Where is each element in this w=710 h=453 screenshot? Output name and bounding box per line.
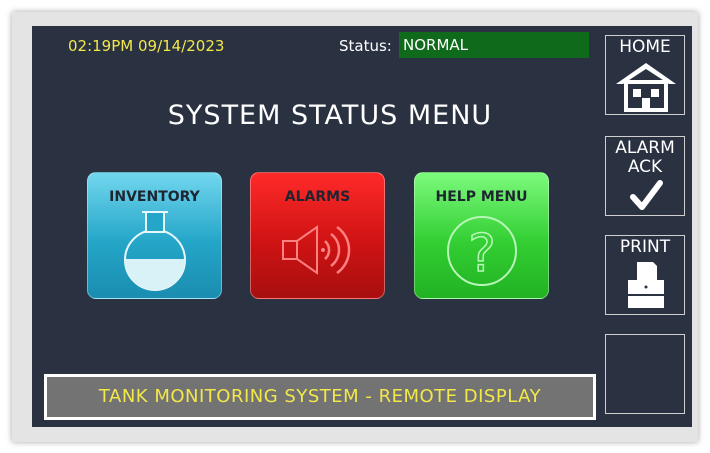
- home-label: HOME: [619, 37, 671, 57]
- datetime-readout: 02:19PM 09/14/2023: [68, 37, 225, 55]
- print-button[interactable]: PRINT: [605, 235, 685, 315]
- flask-icon: [124, 211, 186, 291]
- home-button[interactable]: HOME: [605, 35, 685, 115]
- alarms-label: ALARMS: [284, 189, 351, 205]
- checkmark-icon: [630, 180, 663, 210]
- svg-text:?: ?: [468, 224, 496, 284]
- alarm-ack-button[interactable]: ALARM ACK: [605, 136, 685, 216]
- help-menu-label: HELP MENU: [435, 189, 528, 205]
- alarm-ack-label-line2: ACK: [627, 157, 663, 177]
- status-label: Status:: [339, 37, 392, 55]
- home-icon: [616, 63, 676, 112]
- inventory-button[interactable]: INVENTORY: [87, 172, 222, 299]
- blank-button[interactable]: [605, 334, 685, 414]
- status-badge: NORMAL: [399, 32, 589, 58]
- help-menu-button[interactable]: HELP MENU ?: [414, 172, 549, 299]
- speaker-icon: [282, 225, 351, 275]
- alarms-button[interactable]: ALARMS: [250, 172, 385, 299]
- page-title: SYSTEM STATUS MENU: [167, 100, 493, 131]
- print-label: PRINT: [619, 237, 671, 257]
- alarm-ack-label-line1: ALARM: [615, 138, 675, 158]
- footer-banner: TANK MONITORING SYSTEM - REMOTE DISPLAY: [44, 374, 596, 420]
- question-icon: ?: [447, 216, 517, 286]
- alarm-ack-label: ALARM ACK: [606, 139, 684, 177]
- printer-icon: [628, 262, 664, 308]
- screen: 02:19PM 09/14/2023 Status: NORMAL SYSTEM…: [32, 26, 692, 427]
- inventory-label: INVENTORY: [109, 189, 200, 205]
